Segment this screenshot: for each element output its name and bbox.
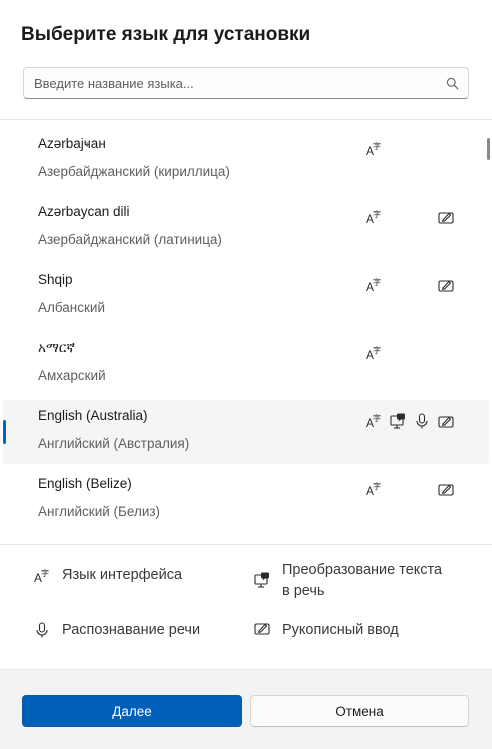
- legend-text-to-speech-line1: Преобразование текста: [282, 562, 443, 578]
- language-row[interactable]: English (Belize) Английский (Белиз) A字: [3, 468, 489, 532]
- text-to-speech-icon: [389, 412, 407, 430]
- language-picker-dialog: Выберите язык для установки Введите назв…: [0, 0, 492, 749]
- language-native-name: Амхарский: [38, 368, 106, 383]
- legend-handwriting: Рукописный ввод: [282, 622, 399, 638]
- svg-text:字: 字: [373, 345, 381, 355]
- microphone-icon: [33, 621, 51, 639]
- svg-text:字: 字: [41, 568, 49, 578]
- display-language-icon: A字: [365, 276, 383, 294]
- legend-speech-recognition: Распознавание речи: [62, 622, 201, 638]
- language-list[interactable]: Azərbaјҹан Азербайджанский (кириллица) A…: [0, 119, 492, 545]
- cancel-button[interactable]: Отмена: [250, 695, 469, 727]
- selection-indicator: [3, 420, 6, 444]
- language-row[interactable]: አማርኛ Амхарский A字: [3, 332, 489, 396]
- text-to-speech-icon: [253, 571, 271, 589]
- language-name: Azərbaјҹан: [38, 136, 106, 151]
- language-name: English (Australia): [38, 408, 148, 423]
- microphone-icon: [413, 412, 431, 430]
- search-icon[interactable]: [446, 77, 459, 90]
- display-language-icon: A字: [365, 412, 383, 430]
- handwriting-icon: [253, 619, 271, 637]
- svg-text:字: 字: [373, 141, 381, 151]
- language-native-name: Английский (Белиз): [38, 504, 161, 519]
- language-name: English (Belize): [38, 476, 132, 491]
- legend-text-to-speech-line2: в речь: [282, 583, 325, 599]
- language-row[interactable]: Azərbaјҹан Азербайджанский (кириллица) A…: [3, 128, 489, 192]
- handwriting-icon: [437, 276, 455, 294]
- handwriting-icon: [437, 412, 455, 430]
- language-search-input[interactable]: Введите название языка...: [23, 67, 469, 99]
- language-row[interactable]: Azərbaycan dili Азербайджанский (латиниц…: [3, 196, 489, 260]
- language-name: Shqip: [38, 272, 73, 287]
- svg-text:字: 字: [373, 481, 381, 491]
- language-row-selected[interactable]: English (Australia) Английский (Австрали…: [3, 400, 489, 464]
- dialog-footer: Далее Отмена: [0, 669, 492, 749]
- next-button[interactable]: Далее: [22, 695, 242, 727]
- language-native-name: Азербайджанский (латиница): [38, 232, 222, 247]
- language-native-name: Английский (Австралия): [38, 436, 190, 451]
- dialog-title: Выберите язык для установки: [21, 24, 311, 45]
- language-native-name: Албанский: [38, 300, 106, 315]
- display-language-icon: A字: [365, 344, 383, 362]
- display-language-icon: A字: [365, 208, 383, 226]
- list-scrollbar[interactable]: [487, 138, 490, 160]
- language-native-name: Азербайджанский (кириллица): [38, 164, 230, 179]
- legend-display-language: Язык интерфейса: [62, 567, 183, 583]
- language-name: Azərbaycan dili: [38, 204, 130, 219]
- language-name: አማርኛ: [38, 340, 75, 355]
- search-placeholder: Введите название языка...: [34, 76, 194, 91]
- display-language-icon: A字: [365, 140, 383, 158]
- language-row[interactable]: Shqip Албанский A字: [3, 264, 489, 328]
- display-language-icon: A字: [365, 480, 383, 498]
- handwriting-icon: [437, 208, 455, 226]
- svg-text:字: 字: [373, 209, 381, 219]
- handwriting-icon: [437, 480, 455, 498]
- feature-legend: A字 Язык интерфейса Преобразование текста…: [0, 546, 492, 669]
- display-language-icon: A字: [33, 567, 51, 585]
- svg-text:字: 字: [373, 413, 381, 423]
- svg-text:字: 字: [373, 277, 381, 287]
